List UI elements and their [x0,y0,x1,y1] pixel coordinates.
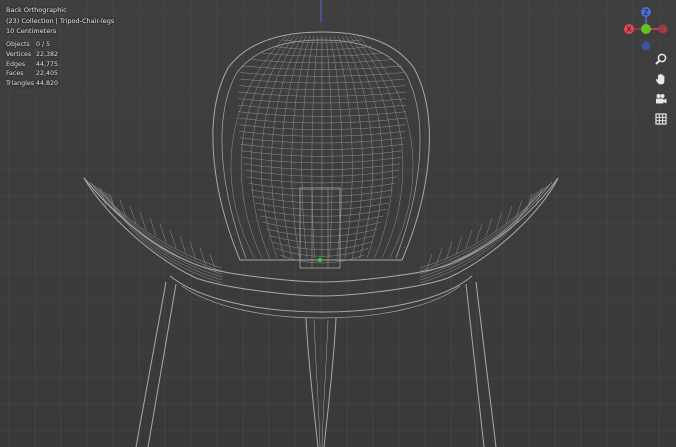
svg-text:X: X [627,26,632,34]
stat-row: Triangles 44,820 [6,79,58,89]
stat-value: 44,775 [36,60,59,68]
stat-label: Vertices [6,50,32,58]
stat-label: Objects [6,41,30,48]
viewport-info: Back Orthographic (23) Collection | Trip… [6,5,114,37]
seat-base-ring [169,187,473,319]
3d-viewport[interactable]: Back Orthographic (23) Collection | Trip… [0,0,676,447]
collection-line: (23) Collection | Tripod-Chair-legs [6,16,115,25]
gizmo-y-axis[interactable] [641,24,651,34]
gizmo-x-axis[interactable]: X [624,24,634,34]
svg-text:Z: Z [644,9,649,17]
chair-wireframe [83,0,559,447]
origin-point [318,258,322,262]
view-name: Back Orthographic [6,6,67,14]
scene-statistics: Objects 0 / 5 Vertices 22,382 Edges 44,775 … [6,40,58,89]
stat-row: Vertices 22,382 [6,50,58,60]
stat-label: Faces [6,70,24,78]
stat-label: Triangles [6,80,35,88]
grid-perspective-icon[interactable] [653,111,669,127]
stat-value: 0 / 5 [36,41,51,48]
stat-label: Edges [6,60,26,68]
zoom-icon[interactable] [653,51,669,67]
viewport-tools [653,51,669,131]
seat-mesh-lines [91,35,551,284]
stat-row: Edges 44,775 [6,60,58,70]
gizmo-neg-z[interactable] [641,41,651,51]
gizmo-z-axis[interactable]: Z [641,7,651,17]
camera-view-icon[interactable] [653,91,669,107]
stat-row: Faces 22,405 [6,69,58,79]
hand-pan-icon[interactable] [653,71,669,87]
stat-value: 22,405 [36,70,59,78]
stat-row: Objects 0 / 5 [6,40,58,50]
stat-value: 44,820 [36,80,59,88]
scale-label: 10 Centimeters [6,27,57,35]
gizmo-neg-x[interactable] [658,24,668,34]
navigation-gizmo[interactable]: X Z [621,4,671,54]
chair-legs [135,281,497,447]
stat-value: 22,382 [36,50,59,58]
